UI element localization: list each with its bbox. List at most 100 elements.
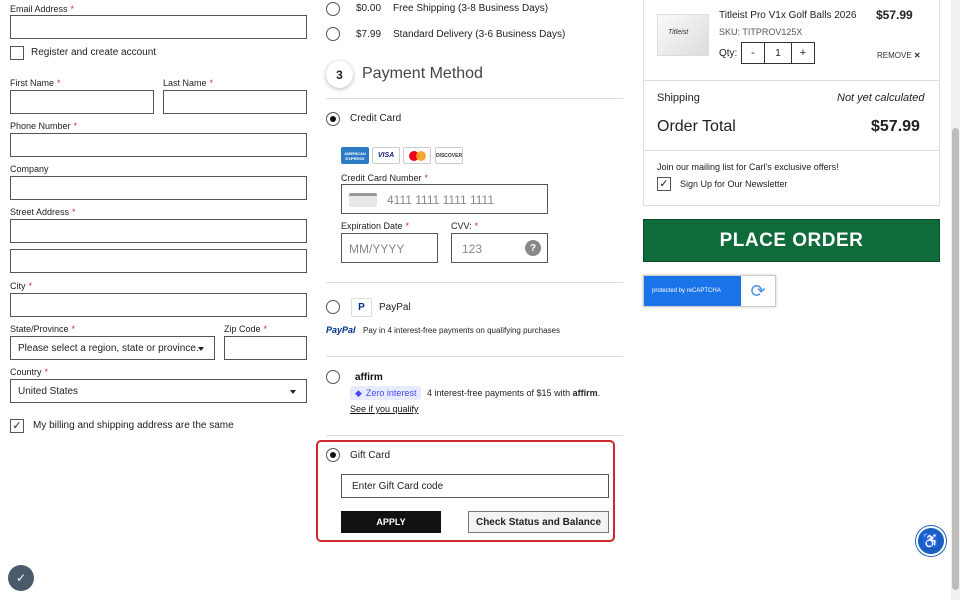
shipping-summary-label: Shipping [657, 92, 700, 104]
checkmark-icon: ✓ [659, 177, 669, 190]
qty-label: Qty: [719, 48, 738, 59]
register-checkbox[interactable] [10, 46, 24, 60]
mailing-list-text: Join our mailing list for Carl's exclusi… [657, 162, 839, 172]
qty-plus-button[interactable]: + [791, 43, 814, 63]
recaptcha-badge[interactable]: protected by reCAPTCHA ⟳ [643, 275, 776, 307]
cvv-placeholder: 123 [462, 242, 483, 256]
chevron-down-icon [290, 390, 296, 394]
shipping-radio-free[interactable] [326, 2, 340, 16]
check-balance-button[interactable]: Check Status and Balance [468, 511, 609, 533]
close-icon: ✕ [913, 51, 921, 60]
recaptcha-text: protected by reCAPTCHA [644, 276, 741, 306]
payment-divider-2 [326, 282, 623, 283]
phone-field[interactable] [10, 133, 307, 157]
credit-card-label: Credit Card [350, 113, 402, 124]
newsletter-checkbox[interactable]: ✓ [657, 177, 671, 191]
gift-card-placeholder: Enter Gift Card code [352, 481, 444, 492]
email-label: Email Address * [10, 4, 75, 14]
affirm-qualify-link[interactable]: See if you qualify [350, 404, 419, 414]
card-number-placeholder: 4111 1111 1111 1111 [387, 193, 494, 207]
visa-logo: VISA [372, 147, 400, 164]
paypal-radio[interactable] [326, 300, 340, 314]
payment-divider-4 [326, 435, 623, 436]
shipping-radio-standard[interactable] [326, 27, 340, 41]
card-number-field[interactable]: 4111 1111 1111 1111 [341, 184, 548, 214]
card-number-label: Credit Card Number * [341, 173, 429, 183]
product-image: Titleist [657, 14, 709, 56]
state-select[interactable]: Please select a region, state or provinc… [10, 336, 215, 360]
product-name: Titleist Pro V1x Golf Balls 2026 [719, 10, 857, 21]
product-sku: SKU: TITPROV125X [719, 27, 803, 37]
golf-ball-box-icon: Titleist [668, 29, 689, 36]
gift-card-label: Gift Card [350, 450, 391, 461]
paypal-brand: PayPal [326, 325, 356, 335]
billing-same-checkbox[interactable]: ✓ [10, 419, 24, 433]
country-select-value: United States [18, 386, 79, 397]
affirm-radio[interactable] [326, 370, 340, 384]
expiration-label: Expiration Date * [341, 221, 410, 231]
street-field-1[interactable] [10, 219, 307, 243]
verified-check-icon[interactable]: ✓ [8, 565, 34, 591]
payment-divider [326, 98, 623, 99]
mastercard-logo [403, 147, 431, 164]
amex-logo: AMERICAN EXPRESS [341, 147, 369, 164]
company-label: Company [10, 164, 49, 174]
qty-value[interactable]: 1 [765, 43, 791, 63]
checkmark-icon: ✓ [12, 419, 22, 432]
credit-card-icon [349, 193, 377, 207]
chevron-down-icon [198, 347, 204, 351]
city-label: City * [10, 281, 33, 291]
state-select-value: Please select a region, state or provinc… [18, 343, 199, 354]
expiration-placeholder: MM/YYYY [349, 242, 405, 256]
register-label: Register and create account [31, 47, 157, 58]
company-field[interactable] [10, 176, 307, 200]
payment-divider-3 [326, 356, 623, 357]
qty-minus-button[interactable]: - [742, 43, 765, 63]
last-name-field[interactable] [163, 90, 307, 114]
shipping-price-free: $0.00 [356, 3, 382, 14]
summary-divider-2 [643, 150, 940, 151]
state-label: State/Province * [10, 324, 76, 334]
shipping-label-free: Free Shipping (3-8 Business Days) [393, 3, 549, 14]
first-name-field[interactable] [10, 90, 154, 114]
help-icon[interactable]: ? [525, 240, 541, 256]
city-field[interactable] [10, 293, 307, 317]
paypal-label: PayPal [379, 302, 411, 313]
accessibility-icon[interactable]: ♿ [916, 526, 946, 556]
place-order-button[interactable]: PLACE ORDER [643, 219, 940, 262]
zip-label: Zip Code * [224, 324, 268, 334]
remove-button[interactable]: REMOVE ✕ [877, 51, 921, 60]
phone-label: Phone Number * [10, 121, 78, 131]
payment-step-number: 3 [326, 61, 353, 88]
gift-card-input[interactable]: Enter Gift Card code [341, 474, 609, 498]
tag-icon: ◆ [355, 387, 362, 398]
order-total-label: Order Total [657, 118, 736, 135]
scrollbar-thumb[interactable] [952, 128, 959, 590]
gift-card-radio[interactable] [326, 448, 340, 462]
expiration-field[interactable]: MM/YYYY [341, 233, 438, 263]
email-field[interactable] [10, 15, 307, 39]
credit-card-radio[interactable] [326, 112, 340, 126]
apply-button[interactable]: APPLY [341, 511, 441, 533]
billing-same-label: My billing and shipping address are the … [33, 420, 234, 431]
street-field-2[interactable] [10, 249, 307, 273]
cvv-label: CVV: * [451, 221, 479, 231]
paypal-description: Pay in 4 interest-free payments on quali… [363, 326, 560, 335]
paypal-icon: P [351, 298, 372, 317]
cvv-field[interactable]: 123 ? [451, 233, 548, 263]
zip-field[interactable] [224, 336, 307, 360]
shipping-label-standard: Standard Delivery (3-6 Business Days) [393, 29, 566, 40]
affirm-description: 4 interest-free payments of $15 with aff… [427, 388, 601, 398]
product-price: $57.99 [876, 8, 913, 22]
order-total-value: $57.99 [871, 118, 920, 135]
shipping-summary-value: Not yet calculated [837, 92, 925, 104]
affirm-zero-interest-badge: ◆ Zero interest [350, 386, 422, 400]
recaptcha-icon: ⟳ [750, 280, 766, 301]
affirm-logo: affirm [355, 372, 383, 383]
shipping-price-standard: $7.99 [356, 29, 382, 40]
discover-logo: DISCOVER [435, 147, 463, 164]
country-label: Country * [10, 367, 49, 377]
summary-divider-1 [643, 80, 940, 81]
newsletter-label: Sign Up for Our Newsletter [680, 179, 788, 189]
country-select[interactable]: United States [10, 379, 307, 403]
